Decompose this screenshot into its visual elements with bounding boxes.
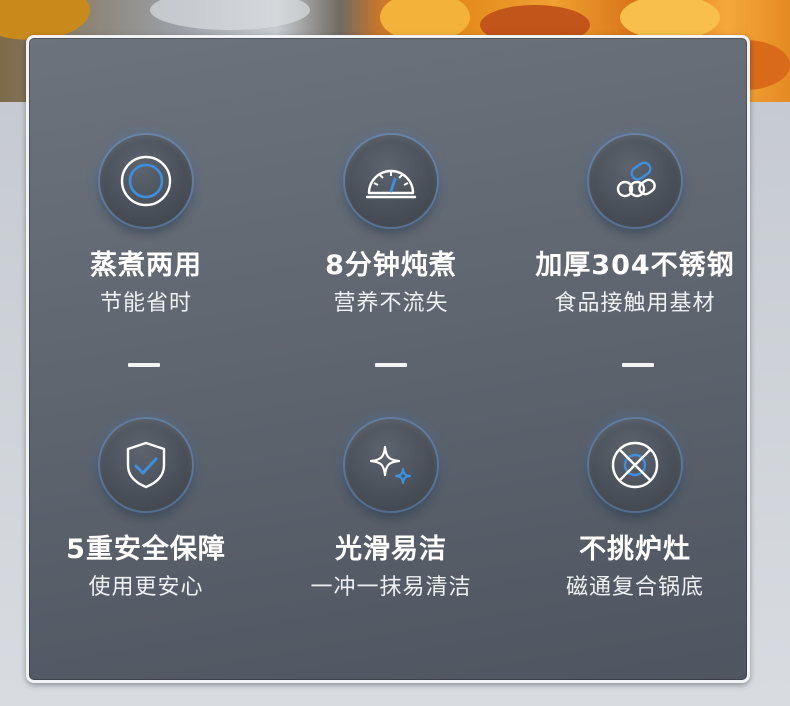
feature-safety: 5重安全保障 使用更安心 <box>26 419 266 602</box>
feature-subtitle: 磁通复合锅底 <box>565 575 704 600</box>
feature-icon-badge <box>345 419 437 511</box>
divider <box>128 363 160 367</box>
feature-subtitle: 节能省时 <box>99 291 192 316</box>
feature-subtitle: 一冲一抹易清洁 <box>310 575 472 600</box>
feature-steam-boil: 蒸煮两用 节能省时 <box>26 135 266 318</box>
gauge-icon <box>365 169 417 199</box>
steel-material-icon <box>616 161 656 198</box>
feature-icon-badge <box>100 419 192 511</box>
feature-quick-stew: 8分钟炖煮 营养不流失 <box>271 135 511 318</box>
divider <box>375 363 407 367</box>
feature-title: 蒸煮两用 <box>90 250 202 281</box>
feature-thick-steel: 加厚304不锈钢 食品接触用基材 <box>515 135 755 318</box>
feature-title: 光滑易洁 <box>335 534 447 565</box>
feature-title: 8分钟炖煮 <box>325 250 457 281</box>
feature-icon-badge <box>589 135 681 227</box>
feature-subtitle: 营养不流失 <box>333 291 449 316</box>
shield-check-icon <box>126 441 166 489</box>
feature-any-stove: 不挑炉灶 磁通复合锅底 <box>515 419 755 602</box>
divider <box>622 363 654 367</box>
feature-icon-badge <box>589 419 681 511</box>
feature-easy-clean: 光滑易洁 一冲一抹易清洁 <box>271 419 511 602</box>
burner-icon <box>611 441 659 489</box>
features-card: 蒸煮两用 节能省时 8分钟炖煮 营养不流失 加厚304不锈钢 食品接触用基材 5… <box>26 35 750 683</box>
feature-title: 5重安全保障 <box>66 534 226 565</box>
feature-icon-badge <box>100 135 192 227</box>
feature-icon-badge <box>345 135 437 227</box>
feature-title: 不挑炉灶 <box>579 534 691 565</box>
feature-subtitle: 使用更安心 <box>88 575 204 600</box>
sparkle-icon <box>369 445 412 485</box>
feature-title: 加厚304不锈钢 <box>535 250 735 281</box>
ring-icon <box>120 155 172 207</box>
feature-subtitle: 食品接触用基材 <box>554 291 716 316</box>
